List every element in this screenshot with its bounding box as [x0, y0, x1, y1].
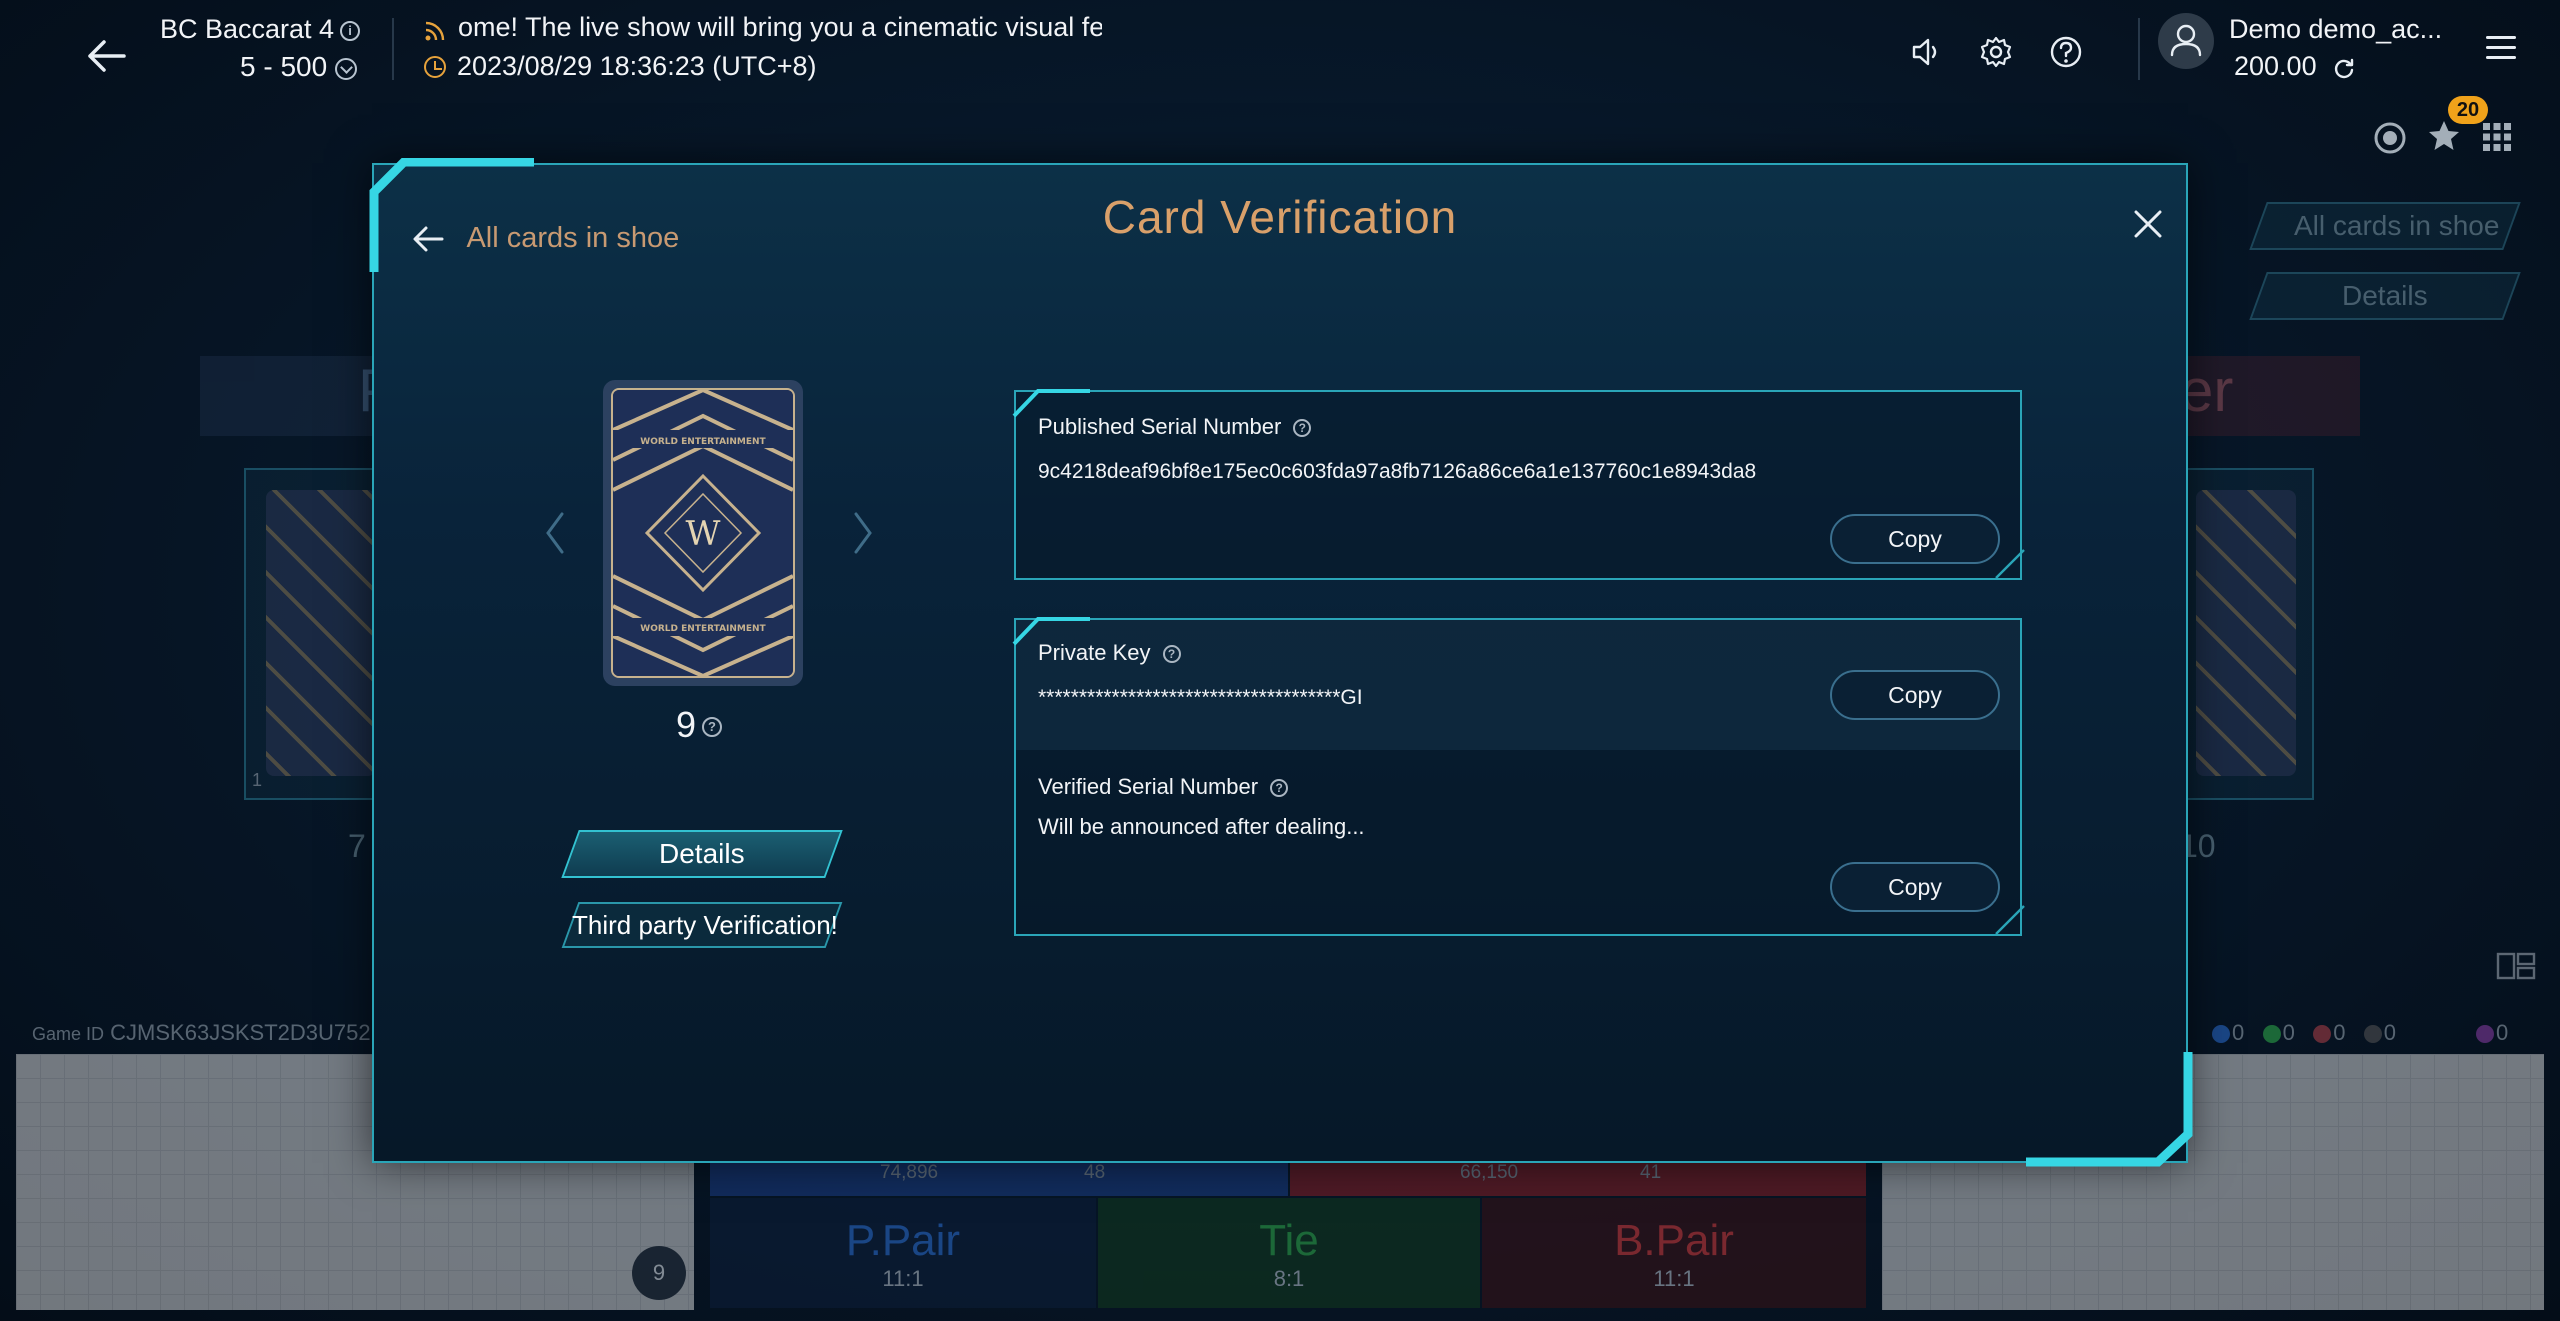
player-card-panel: 1 — [244, 468, 384, 800]
bet-odds: 11:1 — [882, 1266, 924, 1291]
back-label: All cards in shoe — [466, 222, 680, 254]
banker-card-panel — [2174, 468, 2314, 800]
card-back — [2196, 490, 2296, 776]
published-serial-value: 9c4218deaf96bf8e175ec0c603fda97a8fb7126a… — [1038, 460, 1757, 483]
card-number-value: 9 — [676, 704, 697, 745]
bet-odds: 8:1 — [1273, 1266, 1305, 1291]
card-pattern: WORLD ENTERTAINMENT WORLD ENTERTAINMENT … — [613, 390, 793, 676]
tab-details[interactable]: Details — [2249, 272, 2521, 320]
box-corner-decoration — [1995, 905, 2025, 935]
count: 0 — [2383, 1020, 2397, 1045]
box-corner-decoration — [1012, 617, 1090, 646]
shoe-count-badge: 9 — [632, 1246, 686, 1300]
published-serial-number-box: Published Serial Number? 9c4218deaf96bf8… — [1014, 390, 2022, 580]
game-id-label: Game ID — [32, 1024, 105, 1044]
game-id-row: Game ID CJMSK63JSKST2D3U752 — [32, 1020, 371, 1046]
bet-odds: 11:1 — [1653, 1266, 1695, 1291]
help-icon[interactable]: ? — [1293, 419, 1312, 438]
prev-card-arrow-icon[interactable] — [540, 508, 570, 558]
corner-decoration — [2026, 1052, 2193, 1167]
bet-label: Tie — [1259, 1216, 1319, 1265]
verified-serial-label: Verified Serial Number? — [1038, 774, 1289, 800]
bet-label: P.Pair — [845, 1216, 961, 1265]
bet-tie[interactable]: Tie 8:1 — [1098, 1198, 1480, 1308]
bet-player-pair[interactable]: P.Pair 11:1 — [710, 1198, 1096, 1308]
copy-private-key-button[interactable]: Copy — [1830, 670, 2000, 720]
card-logo: W — [686, 514, 721, 554]
next-card-arrow-icon[interactable] — [848, 508, 878, 558]
help-icon[interactable]: ? — [702, 717, 723, 738]
bet-banker-pair[interactable]: B.Pair 11:1 — [1482, 1198, 1866, 1308]
banker-count: 41 — [1640, 1162, 1662, 1183]
modal-title: Card Verification — [1102, 191, 1458, 243]
player-total: 74,896 — [880, 1162, 939, 1183]
card-image: WORLD ENTERTAINMENT WORLD ENTERTAINMENT … — [603, 380, 803, 686]
back-arrow-icon — [413, 226, 444, 251]
road-count-extra: 0 — [2476, 1020, 2508, 1046]
back-to-all-cards-button[interactable]: All cards in shoe — [412, 222, 679, 255]
count: 0 — [2282, 1020, 2295, 1045]
count: 0 — [2333, 1020, 2346, 1045]
box-corner-decoration — [1995, 549, 2025, 579]
bet-label: B.Pair — [1614, 1216, 1734, 1265]
help-icon[interactable]: ? — [1270, 779, 1289, 798]
game-id: CJMSK63JSKST2D3U752 — [110, 1020, 371, 1045]
banker-total: 66,150 — [1460, 1162, 1519, 1183]
player-count: 48 — [1084, 1162, 1106, 1183]
box-corner-decoration — [1012, 389, 1090, 418]
card-number: 9? — [676, 704, 723, 746]
card-brand-bottom: WORLD ENTERTAINMENT — [640, 624, 766, 634]
player-score: 7 — [348, 828, 366, 864]
count: 0 — [2496, 1020, 2509, 1045]
third-party-verification-button[interactable]: Third party Verification! — [561, 902, 843, 948]
road-counts: 0 0 0 0 — [2212, 1020, 2396, 1046]
card-back — [266, 490, 376, 776]
details-button[interactable]: Details — [561, 830, 843, 878]
help-icon[interactable]: ? — [1162, 645, 1181, 664]
card-index: 1 — [252, 770, 263, 790]
card-brand-top: WORLD ENTERTAINMENT — [640, 437, 766, 447]
card-back-design: WORLD ENTERTAINMENT WORLD ENTERTAINMENT … — [611, 388, 795, 678]
count: 0 — [2232, 1020, 2245, 1045]
private-key-value: *************************************GI — [1038, 686, 1363, 709]
layout-toggle-icon[interactable] — [2496, 950, 2536, 982]
close-icon[interactable] — [2130, 206, 2166, 242]
copy-verified-serial-button[interactable]: Copy — [1830, 862, 2000, 912]
verification-keys-box: Private Key? ***************************… — [1014, 618, 2022, 936]
copy-published-serial-button[interactable]: Copy — [1830, 514, 2000, 564]
verified-serial-value: Will be announced after dealing... — [1038, 814, 1365, 839]
